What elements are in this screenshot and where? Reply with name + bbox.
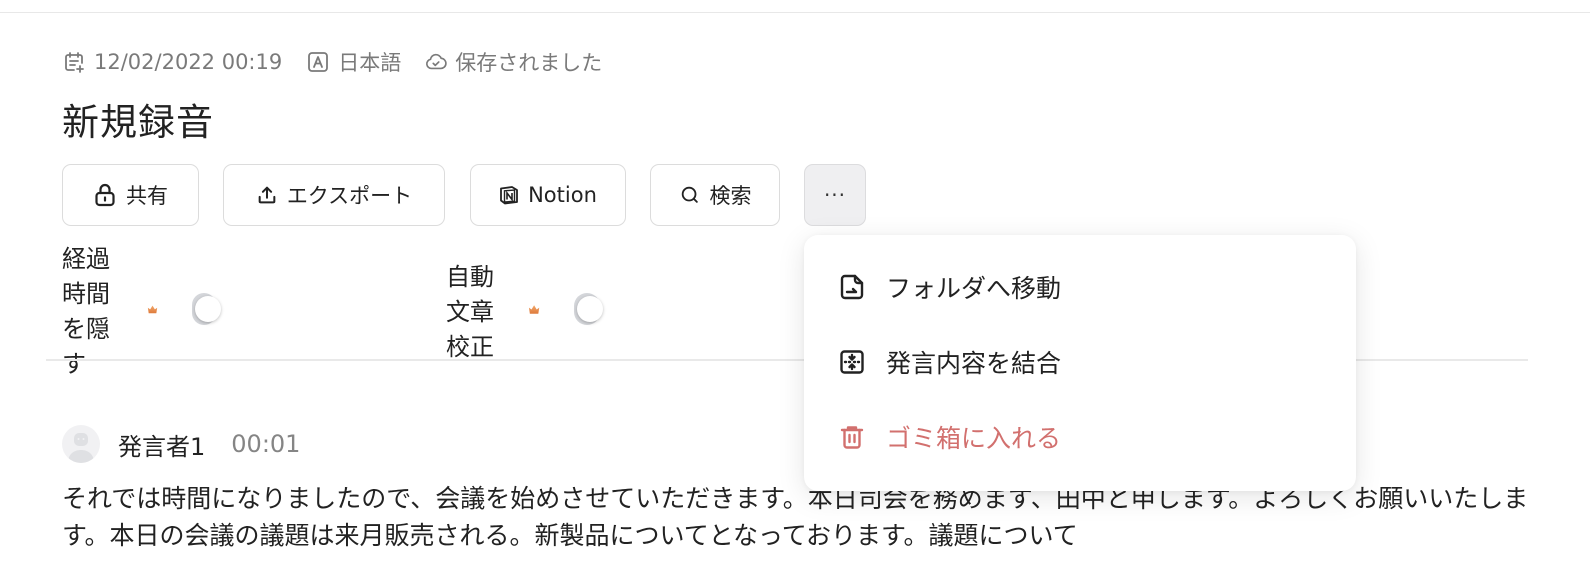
share-label: 共有 [126,184,168,208]
toggle-knob [576,296,603,322]
speaker-name[interactable]: 発言者1 [118,427,205,462]
menu-item-merge[interactable]: 発言内容を結合 [838,342,1061,382]
search-label: 検索 [709,184,752,208]
auto-proofread-toggle[interactable] [573,293,603,325]
move-to-folder-icon [840,274,864,300]
auto-proofread-label: 自動文章校正 [446,262,494,361]
export-label: エクスポート [286,184,413,208]
notion-button[interactable]: Notion [470,164,626,226]
menu-item-label: ゴミ箱に入れる [886,424,1062,453]
hide-elapsed-time-setting: 経過時間を隠す [62,245,222,378]
premium-crown-icon [528,305,539,314]
share-button[interactable]: 共有 [62,164,199,226]
menu-item-trash[interactable]: ゴミ箱に入れる [838,417,1061,457]
more-options-button[interactable]: ··· [804,164,866,226]
more-icon: ··· [823,183,847,207]
more-options-menu: フォルダへ移動 発言内容を結合 ゴミ箱に入れる [804,235,1356,491]
hide-elapsed-time-toggle[interactable] [192,293,222,325]
auto-proofread-setting: 自動文章校正 [446,263,603,361]
cloud-check-icon [426,53,447,70]
page-title[interactable]: 新規録音 [62,92,214,146]
speaker-avatar[interactable] [62,425,100,463]
merge-icon [840,350,864,374]
hide-elapsed-time-label: 経過時間を隠す [62,245,110,378]
speaker-timestamp[interactable]: 00:01 [231,430,300,458]
meta-date: 12/02/2022 00:19 [62,50,282,74]
search-button[interactable]: 検索 [650,164,780,226]
meta-language-text: 日本語 [338,51,402,75]
user-avatar-icon [68,433,94,463]
notion-icon [500,186,518,205]
export-button[interactable]: エクスポート [223,164,445,226]
search-icon [681,186,698,203]
menu-item-label: 発言内容を結合 [886,349,1062,378]
language-icon [308,52,329,72]
recording-meta: 12/02/2022 00:19 日本語 保存されました [62,46,626,78]
menu-item-move-to-folder[interactable]: フォルダへ移動 [838,267,1061,307]
meta-date-text: 12/02/2022 00:19 [94,50,283,74]
toggle-knob [195,296,222,322]
transcript-text[interactable]: それでは時間になりましたので、会議を始めさせていただきます。本日司会を務めます、… [62,480,1532,554]
meta-language[interactable]: 日本語 [306,47,401,77]
calendar-add-icon [65,52,84,73]
meta-save-status-text: 保存されました [455,51,603,75]
lock-icon [95,183,115,207]
top-divider [0,12,1590,13]
menu-item-label: フォルダへ移動 [886,274,1062,303]
speaker-header: 発言者1 00:01 [62,424,300,464]
upload-icon [258,186,276,204]
notion-label: Notion [528,183,597,207]
trash-icon [840,426,864,449]
meta-save-status: 保存されました [425,47,602,77]
premium-crown-icon [148,305,158,314]
